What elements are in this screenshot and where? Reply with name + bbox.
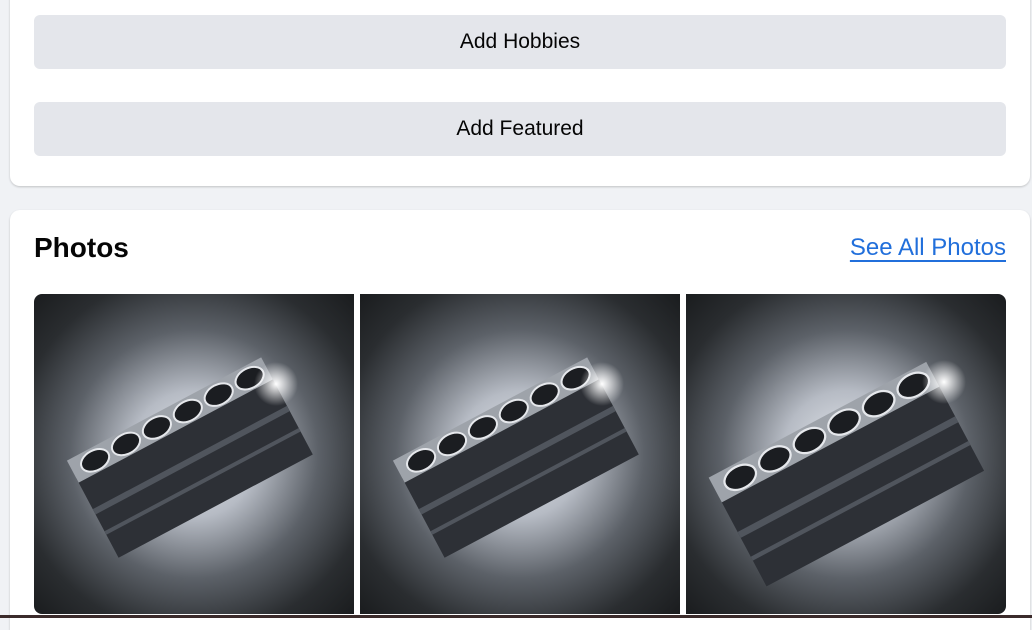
add-featured-label: Add Featured [456, 117, 584, 140]
add-hobbies-label: Add Hobbies [459, 30, 581, 53]
profile-intro-card: Add Hobbies Add Featured [10, 0, 1030, 186]
engine-block-image [392, 357, 639, 558]
photo-thumbnail-1[interactable] [34, 294, 354, 614]
engine-block-image [66, 357, 313, 558]
engine-block-image [708, 360, 985, 587]
photo-grid [34, 294, 1006, 614]
photos-card: Photos See All Photos [10, 210, 1030, 630]
see-all-photos-link[interactable]: See All Photos [850, 234, 1006, 262]
photo-thumbnail-2[interactable] [360, 294, 680, 614]
photo-thumbnail-3[interactable] [686, 294, 1006, 614]
add-hobbies-button[interactable]: Add Hobbies [34, 15, 1006, 69]
photos-title: Photos [34, 232, 129, 263]
add-featured-button[interactable]: Add Featured [34, 102, 1006, 156]
